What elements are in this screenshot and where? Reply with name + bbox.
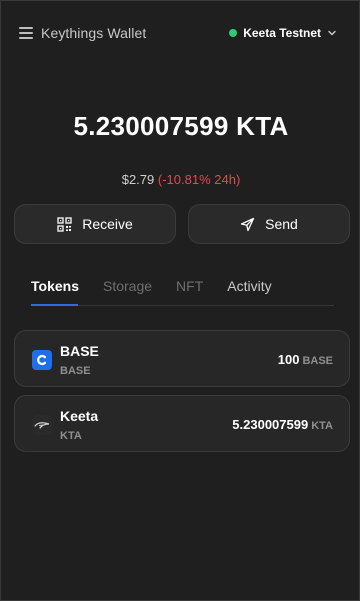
token-balance: 5.230007599 KTA [232,417,333,432]
fiat-amount: $2.79 [121,172,155,187]
send-button[interactable]: Send [188,204,350,244]
wallet-window: Keythings Wallet Keeta Testnet 5.2300075… [0,0,360,601]
tab-tokens[interactable]: Tokens [31,278,79,294]
balance-amount: 5.230007599 KTA [73,111,289,141]
tab-storage[interactable]: Storage [103,278,152,294]
token-symbol: BASE [60,365,91,377]
qr-code-icon [57,216,72,232]
active-tab-indicator [31,304,78,306]
network-selector[interactable]: Keeta Testnet [229,26,337,40]
network-status-dot [229,29,238,37]
token-amount-unit: BASE [302,355,333,367]
token-name: Keeta [60,408,99,424]
base-token-icon [32,350,52,370]
network-name: Keeta Testnet [243,26,321,40]
token-symbol: KTA [60,430,82,442]
send-label: Send [265,216,298,232]
receive-button[interactable]: Receive [14,204,176,244]
send-icon [240,217,255,231]
token-amount-value: 100 [277,352,300,367]
fiat-value: $2.79 (-10.81% 24h) [1,172,360,187]
tab-bar: Tokens Storage NFT Activity [31,278,272,294]
token-row-base[interactable]: BASE BASE 100 BASE [14,330,350,387]
receive-label: Receive [82,216,133,232]
tab-activity[interactable]: Activity [227,278,271,294]
tab-nft[interactable]: NFT [176,278,203,294]
token-row-keeta[interactable]: Keeta KTA 5.230007599 KTA [14,395,350,452]
token-balance: 100 BASE [278,352,333,367]
app-title: Keythings Wallet [41,25,147,41]
token-name: BASE [60,343,99,359]
keeta-token-icon [32,415,52,435]
header: Keythings Wallet Keeta Testnet [1,1,360,67]
token-amount-value: 5.230007599 [232,417,309,432]
menu-icon[interactable] [19,27,33,39]
price-change: (-10.81% 24h) [157,172,241,187]
chevron-down-icon [328,30,336,36]
token-amount-unit: KTA [311,420,333,432]
